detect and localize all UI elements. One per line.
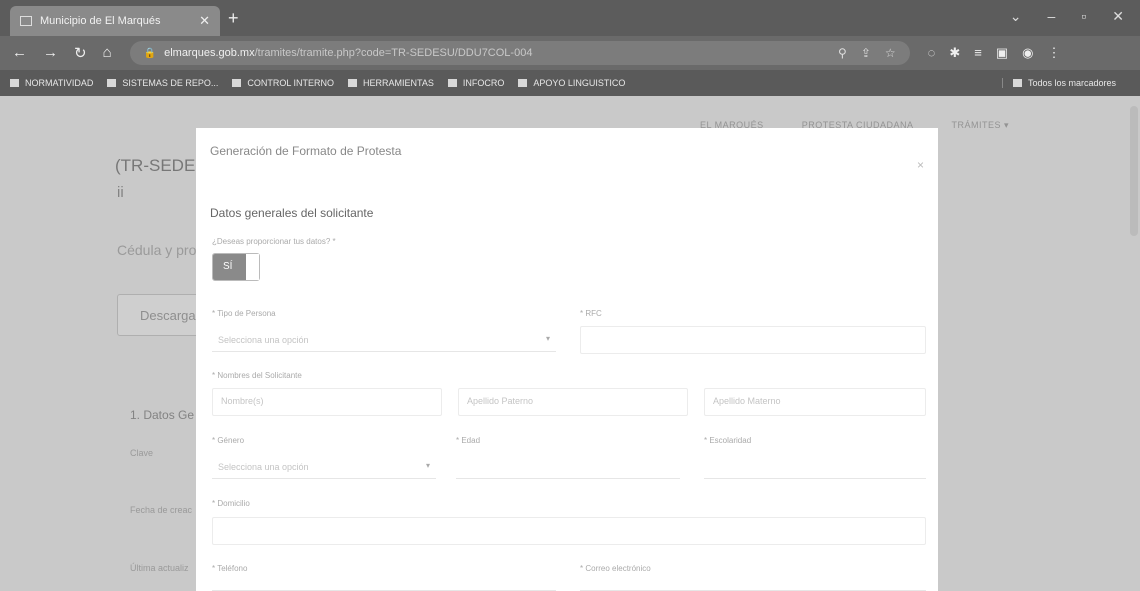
reading-list-icon[interactable]: ≡ bbox=[974, 45, 982, 61]
tipo-persona-select[interactable]: Selecciona una opción ▾ bbox=[212, 328, 556, 352]
all-bookmarks[interactable]: Todos los marcadores bbox=[1001, 78, 1116, 88]
folder-icon bbox=[348, 79, 358, 87]
folder-icon bbox=[107, 79, 117, 87]
minimize-icon[interactable]: – bbox=[1048, 8, 1056, 25]
sidebar-icon[interactable]: ▣ bbox=[996, 45, 1008, 61]
provide-data-label: ¿Deseas proporcionar tus datos? * bbox=[212, 237, 336, 246]
close-window-icon[interactable]: ✕ bbox=[1112, 8, 1124, 25]
tipo-persona-label: * Tipo de Persona bbox=[212, 309, 276, 318]
nombre-input[interactable]: Nombre(s) bbox=[212, 388, 442, 416]
forward-arrow-icon[interactable]: → bbox=[43, 44, 58, 62]
restore-icon[interactable]: ▫ bbox=[1081, 8, 1086, 25]
url-domain: elmarques.gob.mx bbox=[164, 47, 255, 59]
menu-icon[interactable]: ⋮ bbox=[1048, 45, 1061, 61]
rfc-input[interactable] bbox=[580, 326, 926, 354]
toolbar-icons: ◌ ✱ ≡ ▣ ◉ ⋮ bbox=[928, 45, 1061, 61]
omnibox-icons: ⚲ ⇪ ☆ bbox=[838, 46, 896, 60]
folder-icon bbox=[518, 79, 528, 87]
tab-title: Municipio de El Marqués bbox=[40, 15, 161, 27]
address-bar: ← → ↻ ⌂ 🔒 elmarques.gob.mx /tramites/tra… bbox=[0, 36, 1140, 70]
edad-input[interactable] bbox=[456, 455, 680, 479]
zoom-icon[interactable]: ⚲ bbox=[838, 46, 847, 60]
folder-icon bbox=[10, 79, 19, 87]
correo-label: * Correo electrónico bbox=[580, 564, 651, 573]
url-input[interactable]: 🔒 elmarques.gob.mx /tramites/tramite.php… bbox=[129, 41, 910, 65]
share-icon[interactable]: ⇪ bbox=[861, 46, 871, 60]
apellido-materno-input[interactable]: Apellido Materno bbox=[704, 388, 926, 416]
bookmarks-bar: NORMATIVIDAD SISTEMAS DE REPO... CONTROL… bbox=[0, 70, 1140, 96]
profile-icon[interactable]: ◉ bbox=[1022, 45, 1033, 61]
provide-data-toggle[interactable]: SÍ bbox=[212, 253, 260, 281]
extension-icon[interactable]: ◌ bbox=[928, 45, 936, 61]
new-tab-button[interactable]: + bbox=[228, 8, 239, 29]
bookmark-item[interactable]: APOYO LINGUISTICO bbox=[518, 78, 625, 88]
chevron-down-icon[interactable]: ⌄ bbox=[1010, 8, 1022, 25]
chevron-down-icon: ▾ bbox=[425, 461, 430, 470]
bookmark-item[interactable]: CONTROL INTERNO bbox=[232, 78, 334, 88]
edad-label: * Edad bbox=[456, 436, 481, 445]
telefono-label: * Teléfono bbox=[212, 564, 248, 573]
genero-label: * Género bbox=[212, 436, 245, 445]
browser-tab-bar: Municipio de El Marqués ✕ + ⌄ – ▫ ✕ bbox=[0, 0, 1140, 36]
modal-title: Generación de Formato de Protesta bbox=[210, 144, 402, 158]
correo-input[interactable] bbox=[580, 580, 926, 591]
folder-icon bbox=[1012, 79, 1022, 87]
section-title: Datos generales del solicitante bbox=[210, 206, 374, 220]
escolaridad-label: * Escolaridad bbox=[704, 436, 752, 445]
genero-select[interactable]: Selecciona una opción ▾ bbox=[212, 455, 436, 479]
url-path: /tramites/tramite.php?code=TR-SEDESU/DDU… bbox=[254, 47, 533, 59]
domicilio-input[interactable] bbox=[212, 517, 926, 545]
tab-close-icon[interactable]: ✕ bbox=[199, 13, 210, 29]
favicon-icon bbox=[20, 16, 32, 26]
toggle-knob: SÍ bbox=[213, 254, 247, 280]
chevron-down-icon: ▾ bbox=[545, 334, 550, 343]
nav-buttons: ← → ↻ ⌂ bbox=[12, 44, 112, 62]
window-controls: ⌄ – ▫ ✕ bbox=[1010, 8, 1124, 25]
close-icon[interactable]: × bbox=[917, 158, 924, 172]
protest-form-modal: Generación de Formato de Protesta × Dato… bbox=[196, 128, 938, 591]
back-arrow-icon[interactable]: ← bbox=[12, 44, 27, 62]
folder-icon bbox=[232, 79, 242, 87]
reload-icon[interactable]: ↻ bbox=[74, 44, 87, 62]
puzzle-icon[interactable]: ✱ bbox=[949, 45, 960, 61]
folder-icon bbox=[447, 79, 457, 87]
escolaridad-input[interactable] bbox=[704, 455, 926, 479]
nombres-label: * Nombres del Solicitante bbox=[212, 371, 302, 380]
bookmark-item[interactable]: NORMATIVIDAD bbox=[10, 78, 93, 88]
apellido-paterno-input[interactable]: Apellido Paterno bbox=[458, 388, 688, 416]
rfc-label: * RFC bbox=[580, 309, 602, 318]
browser-tab[interactable]: Municipio de El Marqués ✕ bbox=[10, 6, 220, 36]
bookmark-item[interactable]: INFOCRO bbox=[447, 78, 504, 88]
toggle-track bbox=[246, 254, 259, 280]
home-icon[interactable]: ⌂ bbox=[103, 44, 112, 62]
bookmark-item[interactable]: SISTEMAS DE REPO... bbox=[107, 78, 218, 88]
lock-icon[interactable]: 🔒 bbox=[144, 48, 156, 59]
bookmark-item[interactable]: HERRAMIENTAS bbox=[348, 78, 434, 88]
domicilio-label: * Domicilio bbox=[212, 499, 250, 508]
telefono-input[interactable] bbox=[212, 580, 556, 591]
star-icon[interactable]: ☆ bbox=[885, 46, 896, 60]
